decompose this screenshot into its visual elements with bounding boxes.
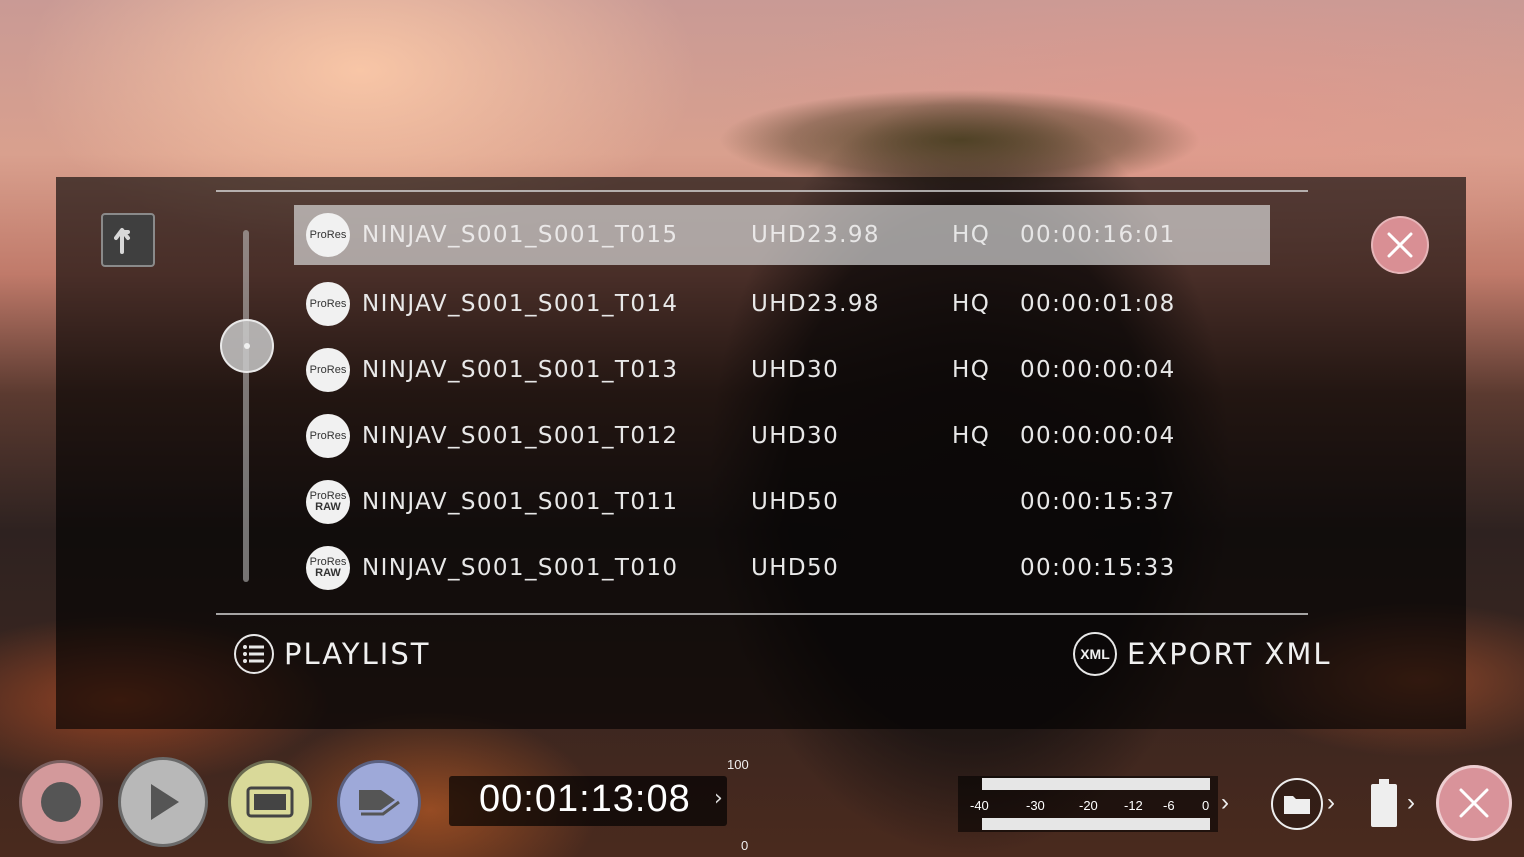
list-scrollbar-track[interactable] — [243, 230, 249, 582]
clip-row-0[interactable]: ProRes NINJAV_S001_S001_T015 UHD23.98 HQ… — [294, 205, 1270, 265]
xml-icon: XML — [1073, 632, 1117, 676]
clip-resolution: UHD23.98 — [751, 291, 880, 317]
clip-row-2[interactable]: ProRes NINJAV_S001_S001_T013 UHD30 HQ 00… — [294, 337, 1270, 403]
audio-meter-bar-right — [982, 818, 1210, 830]
meter-tick: -40 — [970, 798, 989, 813]
clip-duration: 00:00:15:37 — [1020, 489, 1176, 515]
codec-raw-label: RAW — [315, 501, 341, 513]
clip-resolution: UHD50 — [751, 489, 840, 515]
clip-row-3[interactable]: ProRes NINJAV_S001_S001_T012 UHD30 HQ 00… — [294, 403, 1270, 469]
codec-label: ProRes — [309, 363, 347, 376]
meter-tick: -12 — [1124, 798, 1143, 813]
codec-raw-label: RAW — [315, 567, 341, 579]
playlist-button[interactable]: PLAYLIST — [234, 629, 430, 679]
play-icon — [151, 784, 179, 820]
timecode-chevron-icon: › — [714, 786, 723, 811]
meter-chevron-icon[interactable]: › — [1221, 789, 1229, 817]
clip-name: NINJAV_S001_S001_T012 — [362, 423, 679, 449]
clip-duration: 00:00:16:01 — [1020, 222, 1176, 248]
close-icon — [1387, 232, 1413, 258]
close-panel-button[interactable] — [1371, 216, 1429, 274]
tag-button[interactable] — [337, 760, 421, 844]
clip-quality: HQ — [952, 423, 991, 449]
prores-codec-icon: ProRes — [306, 348, 350, 392]
background-flower-crown — [700, 70, 1220, 190]
scale-bottom-label: 0 — [741, 838, 749, 853]
prores-raw-codec-icon: ProRes RAW — [306, 546, 350, 590]
codec-label: ProRes — [309, 429, 347, 442]
clip-name: NINJAV_S001_S001_T010 — [362, 555, 679, 581]
clip-name: NINJAV_S001_S001_T014 — [362, 291, 679, 317]
prores-codec-icon: ProRes — [306, 213, 350, 257]
close-icon — [1459, 788, 1489, 818]
clip-name: NINJAV_S001_S001_T015 — [362, 222, 679, 248]
clip-resolution: UHD30 — [751, 357, 840, 383]
clip-list: ProRes NINJAV_S001_S001_T015 UHD23.98 HQ… — [294, 205, 1270, 601]
export-xml-button[interactable]: XML EXPORT XML — [1073, 629, 1332, 679]
clip-name: NINJAV_S001_S001_T013 — [362, 357, 679, 383]
play-button[interactable] — [118, 757, 208, 847]
media-chevron-icon[interactable]: › — [1327, 789, 1335, 817]
monitor-icon — [246, 786, 294, 818]
clip-row-5[interactable]: ProRes RAW NINJAV_S001_S001_T010 UHD50 00… — [294, 535, 1270, 601]
codec-label: ProRes — [309, 228, 347, 241]
meter-tick: -6 — [1163, 798, 1175, 813]
prores-codec-icon: ProRes — [306, 282, 350, 326]
audio-level-meter[interactable]: -40 -30 -20 -12 -6 0 — [958, 776, 1218, 832]
exit-button[interactable] — [1436, 765, 1512, 841]
clip-duration: 00:00:15:33 — [1020, 555, 1176, 581]
monitor-mode-button[interactable] — [228, 760, 312, 844]
tag-icon — [359, 790, 400, 816]
clip-duration: 00:00:01:08 — [1020, 291, 1176, 317]
clip-quality: HQ — [952, 291, 991, 317]
prores-codec-icon: ProRes — [306, 414, 350, 458]
clip-quality: HQ — [952, 222, 991, 248]
meter-tick: 0 — [1202, 798, 1210, 813]
timecode-display[interactable]: 00:01:13:08 › — [449, 776, 727, 826]
bottom-divider — [216, 613, 1308, 615]
scale-top-label: 100 — [727, 757, 749, 772]
up-arrow-icon — [114, 228, 130, 254]
folder-icon — [1284, 796, 1310, 814]
clip-duration: 00:00:00:04 — [1020, 357, 1176, 383]
audio-meter-bar-left — [982, 778, 1210, 790]
clip-resolution: UHD50 — [751, 555, 840, 581]
clip-duration: 00:00:00:04 — [1020, 423, 1176, 449]
meter-tick: -20 — [1079, 798, 1098, 813]
timecode-value: 00:01:13:08 — [479, 778, 691, 820]
battery-chevron-icon[interactable]: › — [1407, 789, 1415, 817]
record-icon — [41, 782, 81, 822]
clip-resolution: UHD23.98 — [751, 222, 880, 248]
clip-row-4[interactable]: ProRes RAW NINJAV_S001_S001_T011 UHD50 00… — [294, 469, 1270, 535]
top-divider — [216, 190, 1308, 192]
list-icon — [234, 634, 274, 674]
clip-resolution: UHD30 — [751, 423, 840, 449]
xml-icon-text: XML — [1080, 646, 1110, 662]
record-button[interactable] — [19, 760, 103, 844]
codec-label: ProRes — [309, 297, 347, 310]
playback-clip-panel: ProRes NINJAV_S001_S001_T015 UHD23.98 HQ… — [56, 177, 1466, 729]
up-folder-button[interactable] — [101, 213, 155, 267]
list-scrollbar-thumb[interactable] — [220, 319, 274, 374]
clip-row-1[interactable]: ProRes NINJAV_S001_S001_T014 UHD23.98 HQ… — [294, 271, 1270, 337]
prores-raw-codec-icon: ProRes RAW — [306, 480, 350, 524]
media-folder-button[interactable] — [1271, 778, 1323, 830]
playlist-label: PLAYLIST — [284, 637, 431, 671]
clip-name: NINJAV_S001_S001_T011 — [362, 489, 679, 515]
clip-quality: HQ — [952, 357, 991, 383]
meter-tick: -30 — [1026, 798, 1045, 813]
export-xml-label: EXPORT XML — [1127, 637, 1332, 671]
battery-icon[interactable] — [1369, 778, 1399, 828]
